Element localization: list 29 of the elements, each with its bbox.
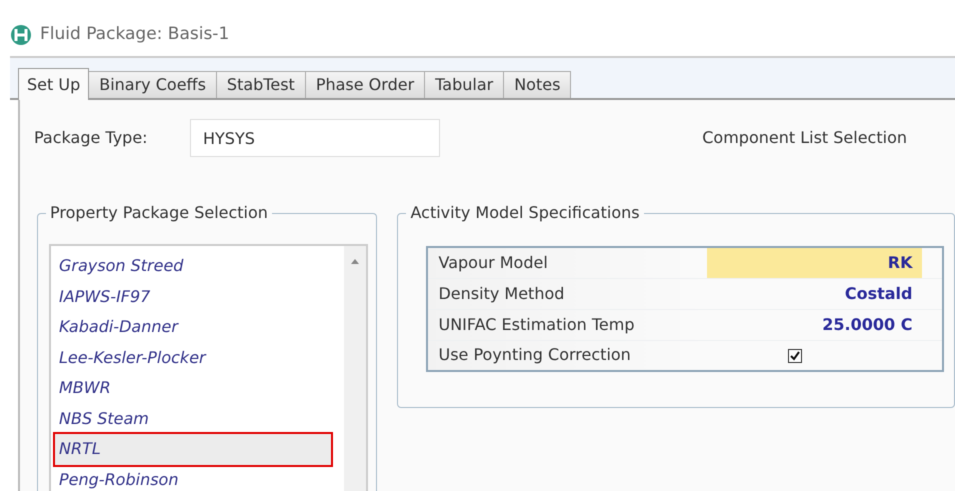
list-item[interactable]: MBWR (55, 373, 344, 404)
tab[interactable]: StabTest (216, 71, 306, 98)
package-type-field[interactable]: HYSYS (190, 119, 440, 157)
checkbox[interactable] (788, 348, 802, 363)
app-logo-icon (10, 24, 32, 46)
tab[interactable]: Tabular (424, 71, 504, 98)
tab[interactable]: Phase Order (304, 71, 426, 98)
row-label: Vapour Model (427, 247, 707, 278)
list-item[interactable]: Lee-Kesler-Plocker (55, 342, 344, 373)
value-cell[interactable]: 25.0000 C (706, 309, 922, 340)
tab[interactable]: Binary Coeffs (88, 71, 217, 98)
scroll-up-icon[interactable] (351, 258, 359, 264)
row-label: Density Method (427, 278, 707, 309)
field-label: Package Type: (34, 127, 149, 149)
tab[interactable]: Set Up (18, 68, 90, 100)
list-item[interactable]: NBS Steam (55, 404, 344, 434)
list-item[interactable]: NRTL (55, 434, 331, 464)
row-label: Use Poynting Correction (427, 340, 707, 371)
section-label: Component List Selection (702, 127, 907, 149)
list-item[interactable]: Peng-Robinson (55, 464, 344, 491)
value-cell[interactable]: RK (706, 247, 922, 278)
scrollbar[interactable] (344, 246, 366, 491)
window-title: Fluid Package: Basis-1 (40, 23, 230, 46)
list-item[interactable]: Grayson Streed (55, 251, 344, 282)
list-item[interactable]: IAPWS-IF97 (55, 282, 344, 312)
value-cell[interactable]: Costald (706, 278, 922, 309)
list-item[interactable]: Kabadi-Danner (55, 312, 344, 342)
row-label: UNIFAC Estimation Temp (427, 309, 707, 340)
tab[interactable]: Notes (503, 71, 572, 98)
